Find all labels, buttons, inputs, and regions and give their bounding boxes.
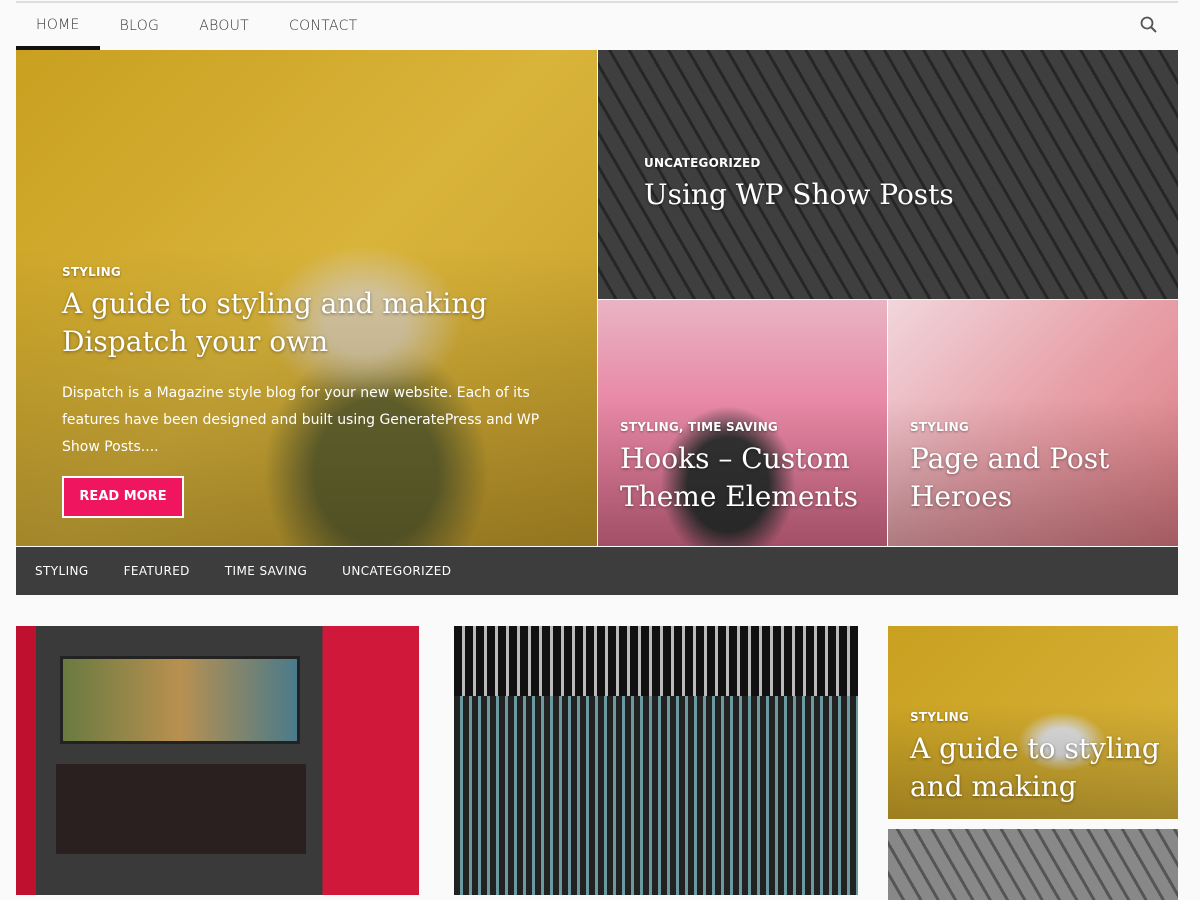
search-icon[interactable] xyxy=(1140,16,1158,34)
post-category[interactable]: STYLING xyxy=(910,420,969,434)
post-title[interactable]: Hooks – Custom Theme Elements xyxy=(620,440,880,516)
post-excerpt: Dispatch is a Magazine style blog for yo… xyxy=(62,385,540,455)
category-uncategorized[interactable]: UNCATEGORIZED xyxy=(327,547,471,595)
hero-main-post[interactable]: STYLING A guide to styling and making Di… xyxy=(16,50,597,546)
post-image-la-perla[interactable] xyxy=(16,626,419,895)
hero-post-bottom-left[interactable]: STYLING, TIME SAVING Hooks – Custom Them… xyxy=(598,300,887,546)
post-title[interactable]: A guide to styling and making Dispatch y… xyxy=(62,285,502,361)
post-category[interactable]: STYLING xyxy=(910,710,969,724)
hero-post-bottom-right[interactable]: STYLING Page and Post Heroes xyxy=(888,300,1178,546)
post-category[interactable]: STYLING, TIME SAVING xyxy=(620,420,778,434)
category-featured[interactable]: FEATURED xyxy=(109,547,210,595)
side-post-image-bricks[interactable] xyxy=(888,829,1178,900)
nav-about[interactable]: ABOUT xyxy=(179,0,269,50)
post-image-mixer[interactable] xyxy=(454,626,858,895)
window-image xyxy=(56,764,306,854)
nav-blog[interactable]: BLOG xyxy=(100,0,180,50)
category-styling[interactable]: STYLING xyxy=(20,547,109,595)
side-post[interactable]: STYLING A guide to styling and making xyxy=(888,626,1178,819)
read-more-button[interactable]: READ MORE xyxy=(62,476,184,518)
category-time-saving[interactable]: TIME SAVING xyxy=(210,547,327,595)
nav-contact[interactable]: CONTACT xyxy=(269,0,378,50)
sign-image xyxy=(60,656,300,744)
nav-home[interactable]: HOME xyxy=(16,0,100,50)
post-title[interactable]: A guide to styling and making xyxy=(910,730,1170,806)
hero-post-top-right[interactable]: UNCATEGORIZED Using WP Show Posts xyxy=(598,50,1178,299)
post-category[interactable]: STYLING xyxy=(62,265,121,279)
mixer-top xyxy=(454,626,858,696)
category-bar: STYLING FEATURED TIME SAVING UNCATEGORIZ… xyxy=(16,547,1178,595)
main-nav: HOME BLOG ABOUT CONTACT xyxy=(16,0,378,50)
post-title[interactable]: Page and Post Heroes xyxy=(910,440,1170,516)
post-title[interactable]: Using WP Show Posts xyxy=(644,176,954,214)
post-category[interactable]: UNCATEGORIZED xyxy=(644,156,761,170)
